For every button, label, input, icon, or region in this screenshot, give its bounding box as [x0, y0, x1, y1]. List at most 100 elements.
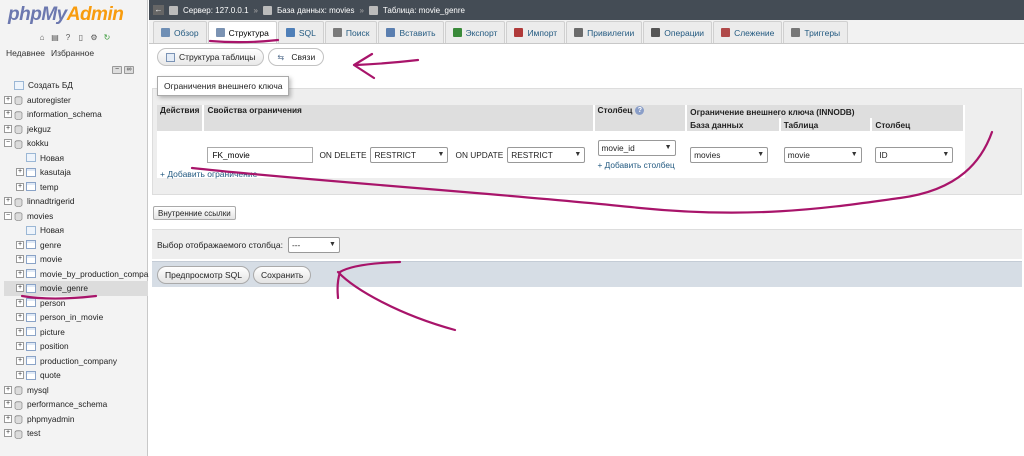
- nav-database-item[interactable]: + phpmyadmin: [4, 412, 148, 427]
- nav-table-item[interactable]: + production_company: [4, 354, 148, 369]
- expand-icon[interactable]: +: [16, 298, 24, 307]
- expand-icon[interactable]: +: [16, 284, 24, 293]
- nav-database-item[interactable]: − movies: [4, 209, 148, 224]
- save-button[interactable]: Сохранить: [253, 265, 312, 284]
- tab-import[interactable]: Импорт: [506, 21, 566, 43]
- nav-tab-favorites[interactable]: Избранное: [51, 48, 94, 58]
- expand-icon[interactable]: +: [4, 400, 12, 409]
- expand-icon[interactable]: +: [16, 313, 24, 322]
- expand-icon[interactable]: +: [16, 182, 24, 191]
- subtab-relations[interactable]: ⇆ Связи: [268, 48, 325, 66]
- nav-database-item[interactable]: + information_schema: [4, 107, 148, 122]
- tab-insert[interactable]: Вставить: [378, 21, 444, 43]
- expand-icon[interactable]: +: [4, 95, 12, 104]
- breadcrumb-server[interactable]: Сервер: 127.0.0.1: [183, 6, 249, 15]
- th-fk-group: Ограничение внешнего ключа (INNODB): [686, 105, 965, 118]
- privileges-icon: [574, 28, 584, 37]
- internal-links-button[interactable]: Внутренние ссылки: [153, 206, 236, 220]
- tab-tracking[interactable]: Слежение: [713, 21, 783, 43]
- nav-table-item[interactable]: Новая: [4, 151, 148, 166]
- tab-label: Привилегии: [587, 27, 635, 38]
- phpmyadmin-logo[interactable]: phpMyAdmin: [8, 4, 124, 26]
- help-icon[interactable]: ?: [63, 32, 73, 42]
- foreign-database-select[interactable]: movies ▼: [690, 146, 769, 163]
- on-update-select[interactable]: RESTRICT ▼: [507, 146, 586, 163]
- nav-table-item[interactable]: Новая: [4, 223, 148, 238]
- help-icon[interactable]: ?: [635, 106, 645, 116]
- nav-table-item[interactable]: + position: [4, 339, 148, 354]
- nav-table-item[interactable]: + kasutaja: [4, 165, 148, 180]
- expand-icon[interactable]: +: [4, 385, 12, 394]
- expand-icon[interactable]: +: [16, 269, 24, 278]
- nav-table-item[interactable]: + temp: [4, 180, 148, 195]
- docs-icon[interactable]: ▯: [76, 32, 86, 42]
- table-icon: [26, 298, 36, 308]
- expand-icon[interactable]: +: [4, 429, 12, 438]
- foreign-column-select[interactable]: ID ▼: [875, 146, 954, 163]
- nav-database-item[interactable]: + performance_schema: [4, 397, 148, 412]
- tab-triggers[interactable]: Триггеры: [783, 21, 849, 43]
- column-select[interactable]: movie_id ▼: [597, 139, 676, 156]
- tab-browse[interactable]: Обзор: [153, 21, 207, 43]
- nav-table-item[interactable]: + person_in_movie: [4, 310, 148, 325]
- tab-structure[interactable]: Структура: [207, 21, 277, 43]
- logout-icon[interactable]: ▤: [50, 32, 60, 42]
- settings-icon[interactable]: ⚙: [89, 32, 99, 42]
- fk-table-cell: movie ▼: [779, 131, 873, 178]
- expand-icon[interactable]: +: [16, 371, 24, 380]
- collapse-all-icon[interactable]: −: [112, 66, 122, 74]
- tab-sql[interactable]: SQL: [277, 21, 324, 43]
- expand-icon[interactable]: +: [4, 414, 12, 423]
- nav-database-item[interactable]: +Создать БД: [4, 78, 148, 93]
- foreign-table-select[interactable]: movie ▼: [783, 146, 862, 163]
- tab-privileges[interactable]: Привилегии: [566, 21, 643, 43]
- reload-icon[interactable]: ↻: [102, 32, 112, 42]
- subtab-relations-label: Связи: [291, 52, 316, 62]
- tab-label: Вставить: [399, 27, 436, 38]
- chevron-down-icon: ▼: [664, 144, 672, 151]
- nav-table-item[interactable]: + movie_by_production_compa: [4, 267, 148, 282]
- expand-icon[interactable]: +: [16, 327, 24, 336]
- add-column-link[interactable]: + Добавить столбец: [598, 160, 683, 170]
- link-with-main-icon[interactable]: ∞: [124, 66, 134, 74]
- nav-table-item[interactable]: + picture: [4, 325, 148, 340]
- expand-icon[interactable]: +: [16, 240, 24, 249]
- preview-sql-button[interactable]: Предпросмотр SQL: [157, 265, 251, 284]
- nav-table-item[interactable]: + genre: [4, 238, 148, 253]
- tab-operations[interactable]: Операции: [643, 21, 713, 43]
- collapse-nav-icon[interactable]: ←: [153, 5, 164, 15]
- nav-table-item[interactable]: + person: [4, 296, 148, 311]
- nav-table-item[interactable]: + quote: [4, 368, 148, 383]
- add-constraint-link[interactable]: + Добавить ограничение: [160, 169, 257, 179]
- breadcrumb-database[interactable]: База данных: movies: [277, 6, 354, 15]
- expand-icon[interactable]: −: [4, 139, 12, 148]
- nav-table-item[interactable]: + movie_genre: [4, 281, 148, 296]
- tab-export[interactable]: Экспорт: [444, 21, 506, 43]
- nav-tab-recent[interactable]: Недавнее: [6, 48, 45, 58]
- subtab-table-structure[interactable]: Структура таблицы: [157, 48, 265, 66]
- expand-icon[interactable]: +: [16, 342, 24, 351]
- nav-database-item[interactable]: − kokku: [4, 136, 148, 151]
- nav-database-item[interactable]: + mysql: [4, 383, 148, 398]
- expand-icon[interactable]: +: [16, 168, 24, 177]
- nav-database-item[interactable]: + autoregister: [4, 93, 148, 108]
- nav-item-label: linnadtrigerid: [27, 196, 75, 206]
- expand-icon[interactable]: +: [4, 197, 12, 206]
- nav-database-item[interactable]: + test: [4, 426, 148, 441]
- expand-icon[interactable]: −: [4, 211, 12, 220]
- on-delete-select[interactable]: RESTRICT ▼: [370, 146, 449, 163]
- expand-icon[interactable]: +: [16, 356, 24, 365]
- insert-icon: [386, 28, 396, 37]
- display-column-select[interactable]: --- ▼: [287, 236, 340, 253]
- home-icon[interactable]: ⌂: [37, 32, 47, 42]
- nav-database-item[interactable]: + linnadtrigerid: [4, 194, 148, 209]
- tab-search[interactable]: Поиск: [324, 21, 378, 43]
- nav-table-item[interactable]: + movie: [4, 252, 148, 267]
- relations-icon: ⇆: [277, 52, 285, 62]
- expand-icon[interactable]: +: [4, 124, 12, 133]
- expand-icon[interactable]: +: [16, 255, 24, 264]
- nav-database-item[interactable]: + jekguz: [4, 122, 148, 137]
- expand-icon[interactable]: +: [4, 110, 12, 119]
- constraint-name-input[interactable]: [207, 146, 314, 163]
- breadcrumb-table[interactable]: Таблица: movie_genre: [383, 6, 465, 15]
